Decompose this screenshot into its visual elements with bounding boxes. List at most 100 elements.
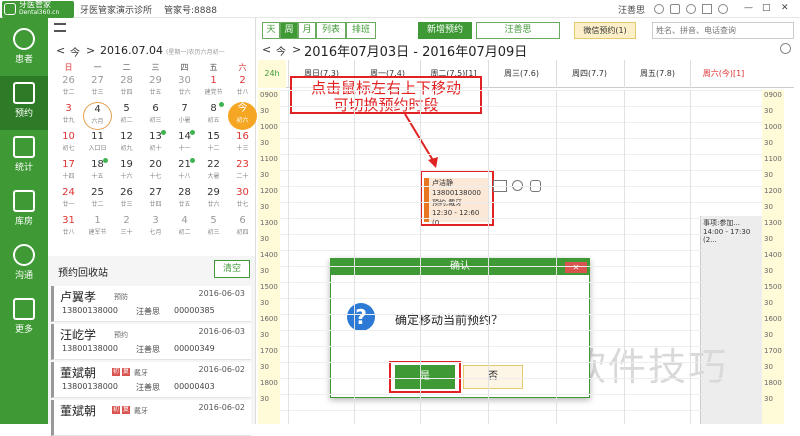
patient-phone: 13800138000: [62, 382, 118, 391]
calendar-day[interactable]: 20 十七: [141, 158, 170, 186]
calendar-day[interactable]: 14 十一: [170, 130, 199, 158]
calendar-day[interactable]: 30 廿六: [170, 74, 199, 102]
calendar-day[interactable]: 25 廿二: [83, 186, 112, 214]
bell-icon[interactable]: [702, 4, 712, 14]
nav-item-0[interactable]: 患者: [0, 22, 48, 76]
recycle-item[interactable]: 汪屹学 预约 2016-06-03 13800138000 汪善思 00000349: [51, 324, 251, 360]
hour: 14: [260, 251, 269, 259]
time-label: 30: [764, 107, 773, 115]
time-label: 30: [764, 395, 773, 403]
view-tab-3[interactable]: 列表: [316, 22, 346, 39]
day-header[interactable]: 周四(7.7): [556, 60, 622, 88]
nav-item-4[interactable]: 沟通: [0, 238, 48, 292]
new-appointment-button[interactable]: 新增预约: [418, 22, 472, 39]
calendar-day[interactable]: 1 建党节: [199, 74, 228, 102]
calendar-day[interactable]: 27 廿三: [83, 74, 112, 102]
calendar-day[interactable]: 29 廿五: [141, 74, 170, 102]
hour: 11: [260, 155, 269, 163]
calendar-day[interactable]: 17 十四: [54, 158, 83, 186]
calendar-day[interactable]: 12 初九: [112, 130, 141, 158]
calendar-day[interactable]: 23 二十: [228, 158, 257, 186]
calendar-day[interactable]: 22 大暑: [199, 158, 228, 186]
printer-icon[interactable]: [670, 4, 680, 14]
lunar-label: 大暑: [207, 173, 220, 180]
calendar-day[interactable]: 30 廿七: [228, 186, 257, 214]
calendar-day[interactable]: 28 廿五: [170, 186, 199, 214]
calendar-day[interactable]: 今初六: [228, 102, 257, 130]
schedule-settings-icon[interactable]: [780, 43, 791, 54]
calendar-day[interactable]: 5 初三: [199, 214, 228, 242]
clear-button[interactable]: 清空: [214, 260, 250, 278]
calendar-day[interactable]: 3 七月: [141, 214, 170, 242]
view-tab-4[interactable]: 排班: [346, 22, 376, 39]
close-button[interactable]: ✕: [781, 3, 789, 13]
calendar-day[interactable]: 7 小暑: [170, 102, 199, 130]
calendar-day[interactable]: 29 廿六: [199, 186, 228, 214]
calendar-day[interactable]: 19 十六: [112, 158, 141, 186]
recycle-item[interactable]: 董斌朝 初复戴牙 2016-06-02 13800138000 汪善思 00000403: [51, 362, 251, 398]
view-tab-0[interactable]: 天: [262, 22, 280, 39]
wechat-appointment-button[interactable]: 微信预约(1): [574, 22, 636, 39]
nav-item-2[interactable]: 统计: [0, 130, 48, 184]
nav-item-3[interactable]: 库房: [0, 184, 48, 238]
calendar-day[interactable]: 3 廿九: [54, 102, 83, 130]
week-today-button[interactable]: 今: [276, 43, 286, 58]
calendar-day[interactable]: 31 廿八: [54, 214, 83, 242]
week-next-button[interactable]: >: [292, 43, 301, 56]
info-icon[interactable]: [718, 4, 728, 14]
calendar-day[interactable]: 15 十二: [199, 130, 228, 158]
24h-toggle[interactable]: 24h: [258, 60, 286, 88]
saturday-event-block[interactable]: 事项:参加... 14:00 - 17:30 (2...: [700, 216, 762, 424]
cal-prev-button[interactable]: <: [56, 44, 65, 57]
day-header[interactable]: 周六(今)[1]: [690, 60, 756, 88]
user-name[interactable]: 汪善思: [618, 3, 645, 16]
recycle-item[interactable]: 卢翼孝 预防 2016-06-03 13800138000 汪善思 00000385: [51, 286, 251, 322]
menu-icon[interactable]: [54, 23, 66, 32]
calendar-day[interactable]: 28 廿四: [112, 74, 141, 102]
no-button[interactable]: 否: [463, 365, 523, 389]
minimize-button[interactable]: —: [744, 3, 753, 13]
dialog-close-button[interactable]: ✕: [565, 262, 587, 273]
settings-icon[interactable]: [654, 4, 664, 14]
calendar-day[interactable]: 10 初七: [54, 130, 83, 158]
calendar-day[interactable]: 8 初五: [199, 102, 228, 130]
calendar-day[interactable]: 1 建军节: [83, 214, 112, 242]
doctor-select[interactable]: 汪善思: [476, 22, 560, 39]
calendar-day[interactable]: 18 十五: [83, 158, 112, 186]
day-header[interactable]: 周五(7.8): [624, 60, 690, 88]
calendar-day[interactable]: 4 初二: [170, 214, 199, 242]
calendar-day[interactable]: 2 三十: [112, 214, 141, 242]
time-label: 30: [260, 203, 269, 211]
recycle-item[interactable]: 董斌朝 初复戴牙 2016-06-02: [51, 400, 251, 436]
visit-badge: 复: [122, 406, 130, 414]
calendar-day[interactable]: 21 十八: [170, 158, 199, 186]
calendar-day[interactable]: 16 十三: [228, 130, 257, 158]
day-column-divider: [690, 90, 691, 424]
minutes: 00: [268, 347, 278, 355]
calendar-day[interactable]: 24 廿一: [54, 186, 83, 214]
calendar-day[interactable]: 26 廿三: [112, 186, 141, 214]
calendar-day[interactable]: 13 初十: [141, 130, 170, 158]
cal-next-button[interactable]: >: [86, 44, 95, 57]
help-icon[interactable]: [686, 4, 696, 14]
calendar-day[interactable]: 26 廿二: [54, 74, 83, 102]
nav-item-1[interactable]: 预约: [0, 76, 48, 130]
view-tab-1[interactable]: 周: [280, 22, 298, 39]
week-prev-button[interactable]: <: [262, 43, 271, 56]
search-input[interactable]: [652, 22, 794, 39]
appointment-date: 2016-06-03: [198, 289, 246, 298]
nav-item-5[interactable]: 更多: [0, 292, 48, 346]
calendar-day[interactable]: 6 初三: [141, 102, 170, 130]
cal-today-button[interactable]: 今: [70, 44, 80, 59]
calendar-day[interactable]: 4 六月: [83, 102, 112, 130]
calendar-day[interactable]: 27 廿四: [141, 186, 170, 214]
maximize-button[interactable]: □: [762, 3, 771, 13]
day-header[interactable]: 周三(7.6): [488, 60, 554, 88]
day-number: 17: [62, 159, 75, 170]
calendar-day[interactable]: 2 廿八: [228, 74, 257, 102]
weekday-header: 六: [238, 63, 247, 72]
calendar-day[interactable]: 5 初二: [112, 102, 141, 130]
calendar-day[interactable]: 11 入口日: [83, 130, 112, 158]
calendar-day[interactable]: 6 初四: [228, 214, 257, 242]
view-tab-2[interactable]: 月: [298, 22, 316, 39]
